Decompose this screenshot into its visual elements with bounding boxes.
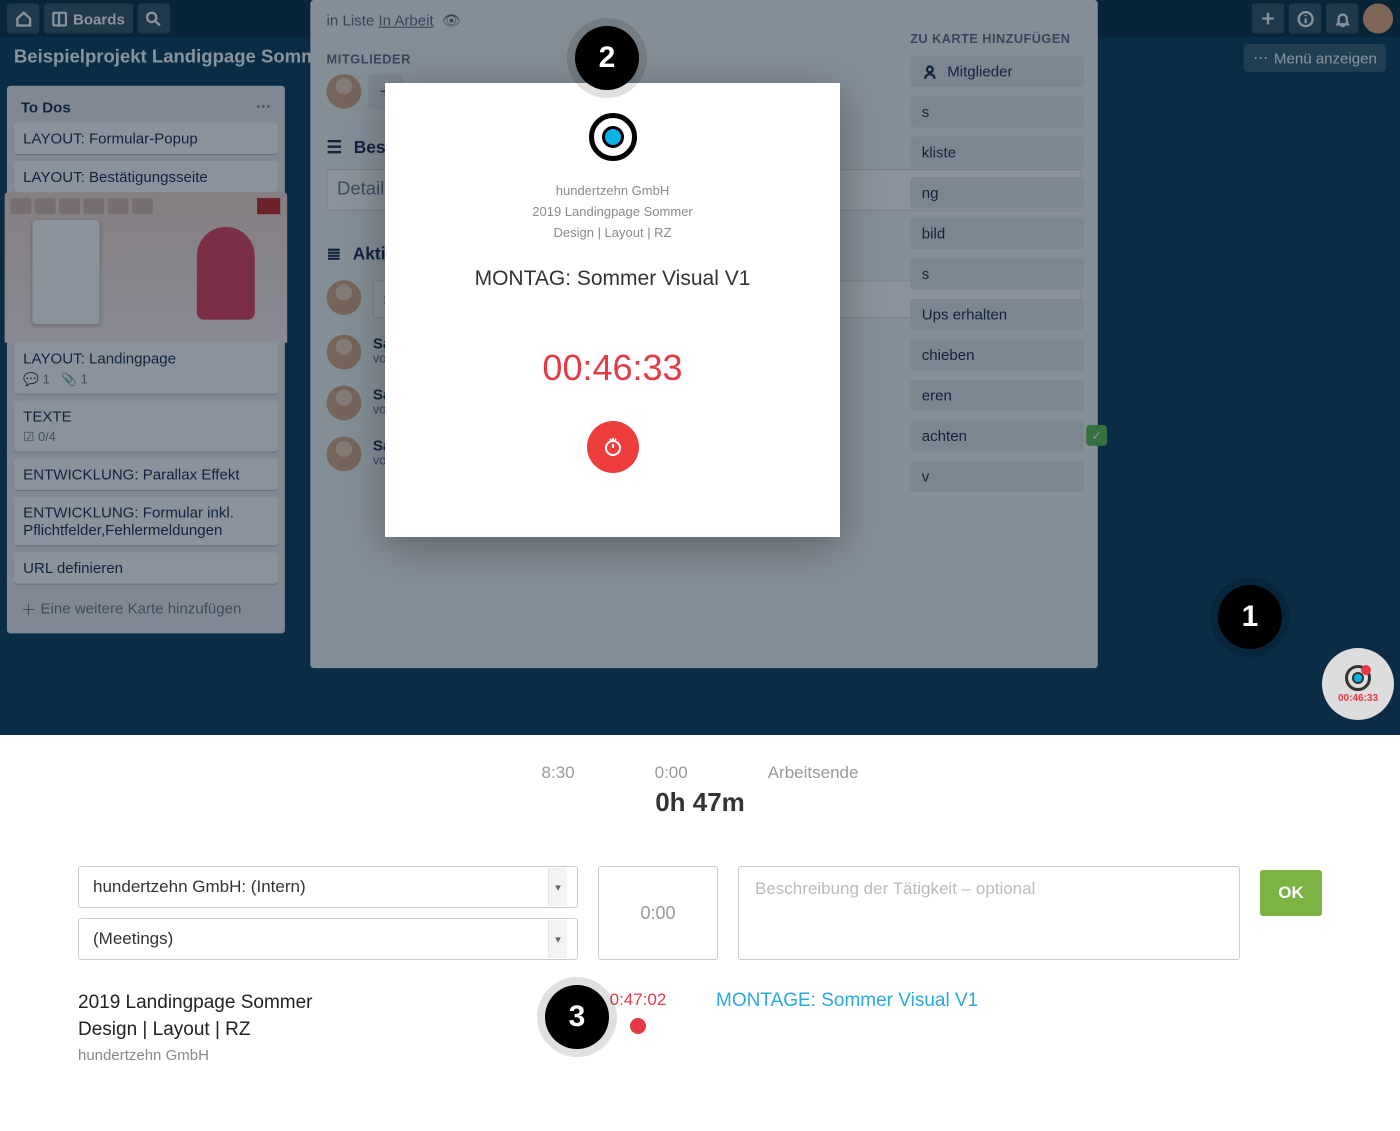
card-action-button[interactable]: Ups erhalten [910,299,1084,330]
entry-service: Design | Layout | RZ [78,1017,578,1044]
card-action-button[interactable]: s [910,258,1084,289]
create-button[interactable] [1252,3,1284,33]
work-start-time: 8:30 [542,763,575,783]
member-avatar [327,335,362,370]
work-total-time: 0h 47m [78,787,1322,818]
card-cover-image [5,192,288,343]
timer-service: Design | Layout | RZ [385,223,840,244]
timer-company: hundertzehn GmbH [385,181,840,202]
add-to-card-label: ZU KARTE HINZUFÜGEN [910,32,1084,46]
board-title: Beispielprojekt Landigpage Somm [14,47,318,68]
card-action-button[interactable]: ng [910,177,1084,208]
card-item[interactable]: URL definieren [14,552,278,583]
card-item[interactable]: LAYOUT: Formular-Popup [14,123,278,154]
timer-project: 2019 Landingpage Sommer [385,202,840,223]
in-list-text: in Liste In Arbeit 👁 [327,12,1082,31]
search-button[interactable] [138,3,170,33]
duration-input[interactable]: 0:00 [598,866,718,960]
floating-timer-time: 00:46:33 [1338,693,1378,704]
comment-icon: 💬 1 [23,372,50,387]
timer-modal: hundertzehn GmbH 2019 Landingpage Sommer… [385,83,840,537]
home-button[interactable] [7,3,39,33]
list-title: To Dos [21,98,71,115]
card-action-button[interactable]: Mitglieder [910,56,1084,87]
member-avatar[interactable] [327,74,362,109]
step-badge-2: 2 [575,26,639,90]
timer-task: MONTAG: Sommer Visual V1 [385,267,840,291]
client-project-select[interactable]: hundertzehn GmbH: (Intern) [78,866,578,908]
card-item[interactable]: LAYOUT: Bestätigungsseite [14,161,278,192]
card-item[interactable]: LAYOUT: Landingpage 💬 1 📎 1 [14,192,278,393]
stop-timer-button[interactable] [587,421,639,473]
floating-timer-widget[interactable]: 00:46:33 [1322,648,1394,720]
card-action-button[interactable]: eren [910,380,1084,411]
step-badge-3: 3 [545,985,609,1049]
show-menu-button[interactable]: ⋯ Menü anzeigen [1244,44,1386,72]
member-avatar [327,386,362,421]
list-todos: To Dos ⋯ LAYOUT: Formular-Popup LAYOUT: B… [7,86,285,634]
entry-project: 2019 Landingpage Sommer [78,990,578,1017]
card-action-button[interactable]: bild [910,218,1084,249]
service-select[interactable]: (Meetings) [78,918,578,960]
entry-task[interactable]: MONTAGE: Sommer Visual V1 [698,990,1322,1012]
list-menu-icon[interactable]: ⋯ [256,97,271,116]
timer-running-icon[interactable] [630,1018,646,1034]
moco-eye-icon [1345,665,1371,691]
card-action-button[interactable]: chieben [910,339,1084,370]
description-icon: ☰ [327,137,343,158]
card-title: LAYOUT: Landingpage [23,350,268,367]
member-avatar [327,280,362,315]
boards-button[interactable]: Boards [44,3,133,33]
card-action-button[interactable]: v [910,461,1084,492]
description-input[interactable]: Beschreibung der Tätigkeit – optional [738,866,1240,960]
card-item[interactable]: ENTWICKLUNG: Formular inkl. Pflichtfelde… [14,497,278,546]
timer-elapsed: 00:46:33 [385,347,840,389]
work-end-label: Arbeitsende [768,763,859,783]
activity-icon: ≣ [327,243,342,264]
step-badge-1: 1 [1218,585,1282,649]
card-action-button[interactable]: achten [910,420,1084,451]
card-action-button[interactable]: s [910,96,1084,127]
add-card-button[interactable]: ＋ Eine weitere Karte hinzufügen [14,591,278,627]
moco-logo-icon [589,113,637,161]
info-button[interactable] [1289,3,1321,33]
work-break-time: 0:00 [655,763,688,783]
card-action-button[interactable]: kliste [910,137,1084,168]
time-tracking-panel: 8:30 0:00 Arbeitsende 0h 47m hundertzehn… [0,735,1400,1130]
attachment-icon: 📎 1 [61,372,88,387]
card-item[interactable]: ENTWICKLUNG: Parallax Effekt [14,459,278,490]
notifications-button[interactable] [1326,3,1358,33]
card-item[interactable]: TEXTE ☑ 0/4 [14,401,278,452]
ok-button[interactable]: OK [1260,870,1322,916]
user-avatar[interactable] [1363,3,1393,33]
entry-company: hundertzehn GmbH [78,1047,578,1064]
checklist-icon: ☑ 0/4 [23,430,56,445]
member-avatar [327,437,362,472]
card-title: TEXTE [23,408,268,425]
